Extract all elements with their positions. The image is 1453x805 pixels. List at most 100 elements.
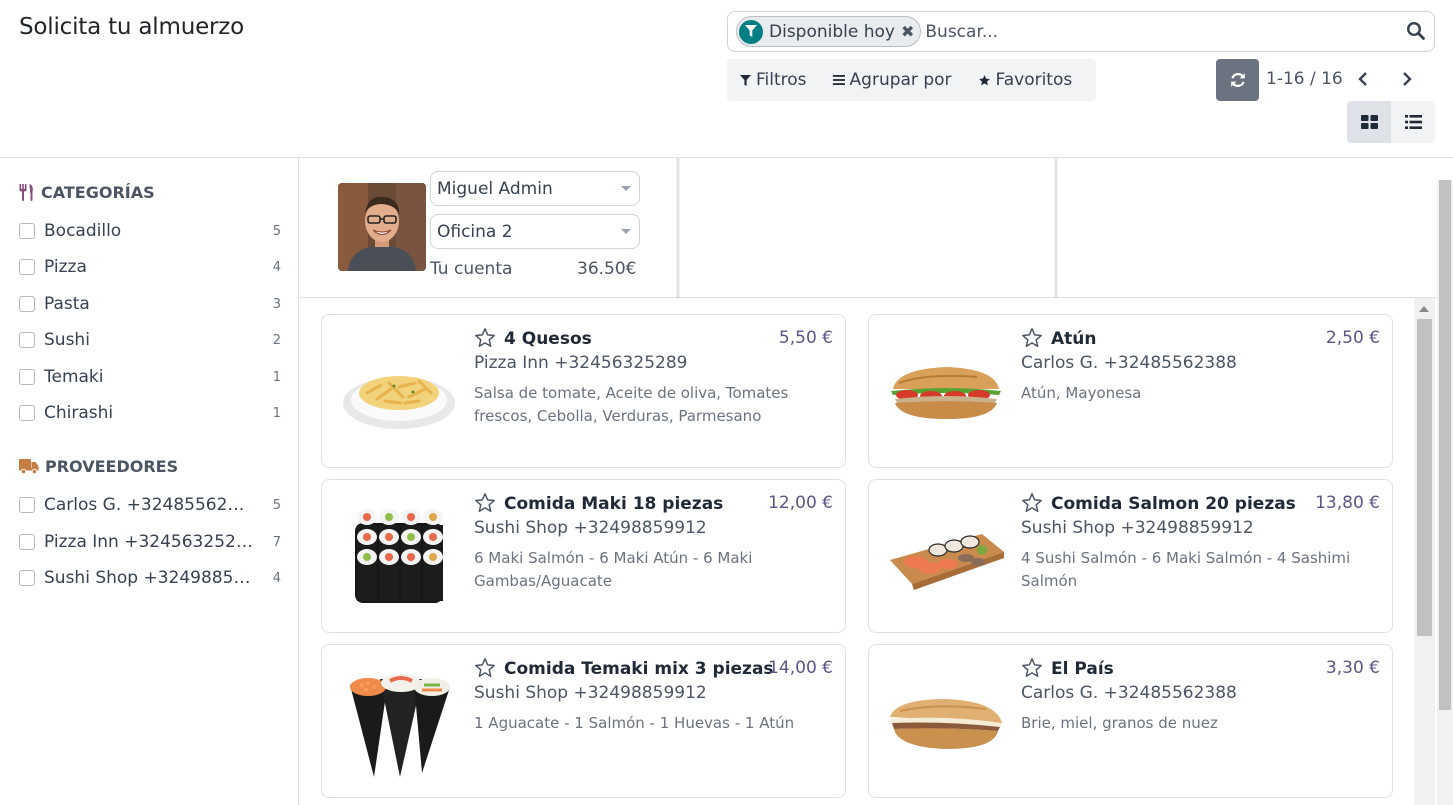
kanban-scrollbar-thumb[interactable] [1417,319,1432,636]
supplier-count: 5 [272,497,281,513]
caret-down-icon [621,186,631,191]
favorite-star-icon[interactable] [474,492,496,514]
category-count: 5 [272,223,281,239]
control-panel: Solicita tu almuerzo Disponible hoy ✖ Fi… [0,0,1453,158]
product-vendor: Sushi Shop +32498859912 [474,683,707,703]
category-count: 1 [272,405,281,421]
category-item[interactable]: Pasta 3 [19,292,281,316]
supplier-label: Pizza Inn +32456325289 [44,532,254,552]
category-checkbox[interactable] [19,223,35,239]
category-label: Pizza [44,257,87,277]
kanban-scrollbar[interactable] [1414,298,1435,805]
reload-button[interactable] [1216,59,1259,101]
product-card[interactable]: Comida Temaki mix 3 piezas 14,00 € Sushi… [321,644,846,798]
category-item[interactable]: Temaki 1 [19,365,281,389]
supplier-item[interactable]: Pizza Inn +32456325289 7 [19,530,281,554]
category-checkbox[interactable] [19,369,35,385]
product-description: 1 Aguacate - 1 Salmón - 1 Huevas - 1 Atú… [474,714,795,732]
category-item[interactable]: Sushi 2 [19,328,281,352]
panel-divider [676,158,680,298]
supplier-checkbox[interactable] [19,497,35,513]
category-checkbox[interactable] [19,296,35,312]
favorite-star-icon[interactable] [1021,327,1043,349]
chevron-right-icon [1401,71,1413,87]
filter-icon [739,19,763,44]
facet-label: Disponible hoy [769,21,895,42]
supplier-label: Sushi Shop +32498859912 [44,568,254,588]
sushi-board-image [883,498,1009,618]
pager-next-button[interactable] [1396,66,1418,92]
category-item[interactable]: Pizza 4 [19,255,281,279]
category-item[interactable]: Chirashi 1 [19,401,281,425]
favorite-star-icon[interactable] [474,657,496,679]
category-count: 2 [272,332,281,348]
remove-facet-icon[interactable]: ✖ [901,22,914,41]
supplier-count: 7 [272,534,281,550]
scroll-up-icon[interactable] [1419,306,1429,312]
list-view-button[interactable] [1391,101,1435,143]
temaki-image [336,663,462,783]
location-select[interactable]: Oficina 2 [430,214,640,249]
supplier-count: 4 [272,570,281,586]
suppliers-header: PROVEEDORES [19,457,178,476]
category-label: Pasta [44,294,90,314]
page-scrollbar-thumb[interactable] [1439,180,1451,710]
search-options-bar: Filtros Agrupar por Favoritos [727,59,1096,101]
cutlery-icon [19,184,35,201]
category-checkbox[interactable] [19,259,35,275]
pager-value[interactable]: 1-16 / 16 [1266,69,1343,89]
kanban-view-button[interactable] [1347,101,1391,143]
pager-previous-button[interactable] [1352,66,1374,92]
category-label: Temaki [44,367,104,387]
user-info-panel: Miguel Admin Oficina 2 Tu cuenta 36.50€ [299,158,1437,298]
page-scrollbar[interactable] [1437,180,1453,805]
category-label: Sushi [44,330,90,350]
search-input[interactable] [925,21,1396,42]
product-card[interactable]: 4 Quesos 5,50 € Pizza Inn +32456325289 S… [321,314,846,468]
product-card[interactable]: Atún 2,50 € Carlos G. +32485562388 Atún,… [868,314,1393,468]
category-checkbox[interactable] [19,405,35,421]
user-select[interactable]: Miguel Admin [430,171,640,206]
search-panel: CATEGORÍAS Bocadillo 5 Pizza 4 Pasta 3 Sush… [0,158,299,805]
caret-down-icon [621,229,631,234]
product-card[interactable]: El País 3,30 € Carlos G. +32485562388 Br… [868,644,1393,798]
search-icon[interactable] [1406,21,1428,43]
category-checkbox[interactable] [19,332,35,348]
product-card[interactable]: Comida Maki 18 piezas 12,00 € Sushi Shop… [321,479,846,633]
supplier-checkbox[interactable] [19,534,35,550]
product-price: 3,30 € [1325,658,1380,678]
favorite-star-icon[interactable] [474,327,496,349]
user-name: Miguel Admin [437,178,553,199]
star-icon [978,74,991,87]
product-vendor: Carlos G. +32485562388 [1021,683,1237,703]
bars-icon [832,75,845,85]
product-description: 4 Sushi Salmón - 6 Maki Salmón - 4 Sashi… [1021,549,1351,590]
supplier-checkbox[interactable] [19,570,35,586]
search-facet[interactable]: Disponible hoy ✖ [736,16,922,47]
filters-button[interactable]: Filtros [740,70,807,90]
product-name: El País [1051,659,1114,679]
location-name: Oficina 2 [437,221,513,242]
product-vendor: Pizza Inn +32456325289 [474,353,688,373]
favorite-star-icon[interactable] [1021,657,1043,679]
search-bar[interactable]: Disponible hoy ✖ [727,11,1435,52]
product-vendor: Sushi Shop +32498859912 [474,518,707,538]
filters-label: Filtros [756,70,807,90]
product-price: 13,80 € [1315,493,1380,513]
favorites-button[interactable]: Favoritos [978,70,1072,90]
panel-divider [1054,158,1058,298]
product-price: 12,00 € [768,493,833,513]
baguette-image [883,663,1009,783]
category-item[interactable]: Bocadillo 5 [19,219,281,243]
product-description: Salsa de tomate, Aceite de oliva, Tomate… [474,384,789,425]
maki-image [336,498,462,618]
groupby-label: Agrupar por [849,70,952,90]
favorite-star-icon[interactable] [1021,492,1043,514]
supplier-item[interactable]: Sushi Shop +32498859912 4 [19,566,281,590]
refresh-icon [1229,71,1247,89]
supplier-item[interactable]: Carlos G. +32485562388 5 [19,493,281,517]
product-card[interactable]: Comida Salmon 20 piezas 13,80 € Sushi Sh… [868,479,1393,633]
product-description: Atún, Mayonesa [1021,384,1142,402]
product-vendor: Carlos G. +32485562388 [1021,353,1237,373]
groupby-button[interactable]: Agrupar por [832,70,952,90]
